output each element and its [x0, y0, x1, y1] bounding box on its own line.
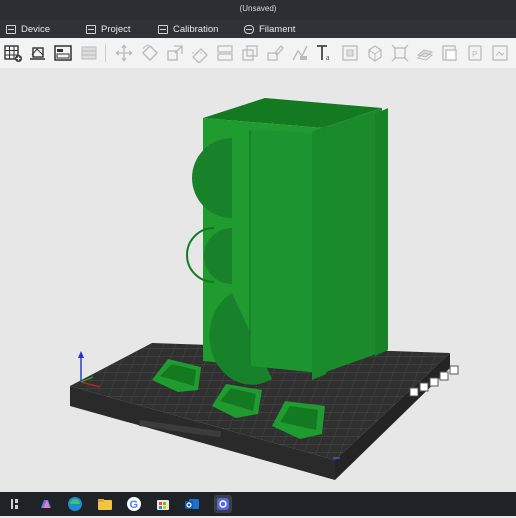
title-bar: (Unsaved) [0, 0, 516, 20]
emboss-icon[interactable] [340, 43, 360, 63]
bambu-studio-icon[interactable] [214, 495, 232, 513]
boolean-icon[interactable] [415, 43, 435, 63]
3d-viewport[interactable] [0, 68, 516, 492]
support-icon[interactable] [290, 43, 310, 63]
project-icon [86, 24, 96, 34]
menu-bar: Device Project Calibration Filament [0, 20, 516, 38]
outlook-icon[interactable] [183, 495, 201, 513]
window-title: (Unsaved) [239, 4, 277, 13]
svg-text:G: G [130, 499, 139, 511]
toolbar: a P [0, 38, 516, 69]
menu-project-label: Project [101, 23, 131, 35]
start-icon[interactable] [8, 495, 26, 513]
menu-calibration-label: Calibration [173, 23, 219, 35]
preview-icon[interactable] [490, 43, 510, 63]
filament-icon [244, 24, 254, 34]
menu-filament-label: Filament [259, 23, 296, 35]
paint-icon[interactable] [265, 43, 285, 63]
text-icon[interactable]: a [315, 43, 335, 63]
toolbar-separator [105, 44, 106, 62]
move-icon[interactable] [114, 43, 134, 63]
edge-icon[interactable] [66, 495, 84, 513]
file-explorer-icon[interactable] [96, 495, 114, 513]
grid-add-icon[interactable] [3, 43, 23, 63]
copilot-icon[interactable] [37, 495, 55, 513]
measure-icon[interactable] [390, 43, 410, 63]
model-tall-holder[interactable] [186, 98, 388, 385]
add-object-icon[interactable] [28, 43, 48, 63]
scene [70, 98, 459, 480]
layers-icon[interactable] [240, 43, 260, 63]
svg-text:a: a [326, 53, 330, 62]
cut-icon[interactable] [190, 43, 210, 63]
arrange-icon[interactable] [79, 43, 99, 63]
menu-filament[interactable]: Filament [244, 22, 295, 36]
scale-icon[interactable] [165, 43, 185, 63]
variable-layer-icon[interactable] [440, 43, 460, 63]
split-icon[interactable] [215, 43, 235, 63]
store-icon[interactable] [154, 495, 172, 513]
menu-calibration[interactable]: Calibration [158, 22, 218, 36]
svg-text:P: P [472, 50, 477, 59]
device-icon [6, 24, 16, 34]
google-chrome-icon[interactable]: G [125, 495, 143, 513]
menu-device[interactable]: Device [6, 22, 50, 36]
plate-layout-icon[interactable] [53, 43, 73, 63]
assembly-icon[interactable] [365, 43, 385, 63]
rotate-icon[interactable] [140, 43, 160, 63]
slice-view-icon[interactable]: P [465, 43, 485, 63]
menu-device-label: Device [21, 23, 51, 35]
calibration-icon [158, 24, 168, 34]
taskbar: G [0, 492, 516, 516]
menu-project[interactable]: Project [86, 22, 131, 36]
